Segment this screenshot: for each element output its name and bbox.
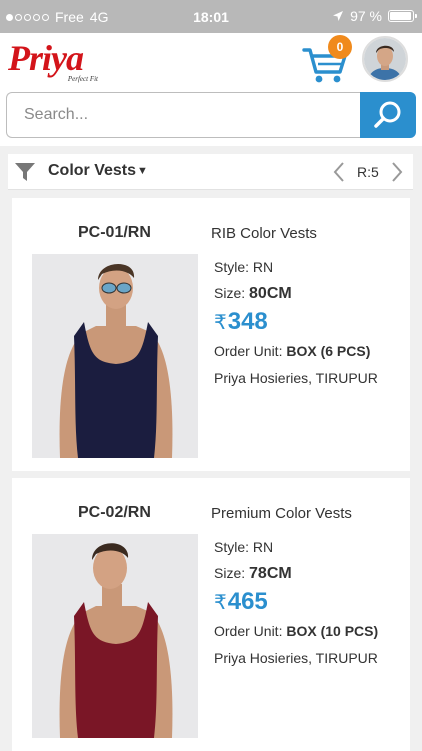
product-style: Style: RN <box>214 539 273 555</box>
product-image[interactable] <box>32 534 198 738</box>
user-avatar[interactable] <box>362 36 408 82</box>
app-header: Priya Perfect Fit 0 <box>0 33 422 89</box>
size-label: Size: <box>214 565 246 581</box>
filter-icon[interactable] <box>14 162 36 182</box>
size-label: Size: <box>214 285 246 301</box>
cart-count-badge: 0 <box>328 35 352 59</box>
style-value: RN <box>252 539 274 555</box>
cart-button[interactable]: 0 <box>302 35 352 85</box>
search-icon <box>374 101 401 128</box>
style-label: Style: <box>214 259 250 275</box>
search-bar <box>0 89 422 146</box>
order-unit-label: Order Unit: <box>214 623 283 639</box>
size-value: 80CM <box>249 285 292 302</box>
category-dropdown[interactable]: Color Vests <box>48 162 136 180</box>
currency-symbol: ₹ <box>214 592 227 614</box>
logo-tagline: Perfect Fit <box>67 75 98 83</box>
filter-bar: Color Vests ▼ R:5 <box>8 154 413 190</box>
chevron-down-icon[interactable]: ▼ <box>137 165 148 177</box>
product-card[interactable]: PC-01/RN RIB Color Vests Style: RN Size:… <box>12 198 410 471</box>
product-code: PC-02/RN <box>78 504 151 521</box>
status-bar: Free 4G 18:01 97 % <box>0 0 422 33</box>
product-style: Style: RN <box>214 259 273 275</box>
product-card[interactable]: PC-02/RN Premium Color Vests Style: RN S… <box>12 478 410 751</box>
location-arrow-icon <box>333 11 344 21</box>
order-unit: Order Unit: BOX (6 PCS) <box>214 343 370 359</box>
product-price: ₹348 <box>214 308 268 336</box>
style-value: RN <box>252 259 274 275</box>
price-value: 465 <box>227 588 268 615</box>
product-size: Size: 78CM <box>214 565 292 583</box>
price-value: 348 <box>227 308 268 335</box>
chevron-right-icon[interactable] <box>390 161 404 183</box>
seller-name: Priya Hosieries, TIRUPUR <box>214 650 378 666</box>
brand-logo[interactable]: Priya Perfect Fit <box>8 38 104 83</box>
search-button[interactable] <box>360 92 416 138</box>
style-label: Style: <box>214 539 250 555</box>
order-unit-value: BOX (10 PCS) <box>286 623 379 639</box>
product-name[interactable]: Premium Color Vests <box>211 505 352 522</box>
currency-symbol: ₹ <box>214 312 227 334</box>
size-value: 78CM <box>249 565 292 582</box>
product-price: ₹465 <box>214 588 268 616</box>
battery-icon <box>388 10 417 22</box>
order-unit-label: Order Unit: <box>214 343 283 359</box>
status-right: 97 % <box>332 8 417 24</box>
page-indicator: R:5 <box>357 164 379 180</box>
logo-wordmark: Priya <box>8 38 84 78</box>
battery-percent: 97 % <box>350 8 382 24</box>
chevron-left-icon[interactable] <box>332 161 346 183</box>
product-image[interactable] <box>32 254 198 458</box>
product-code: PC-01/RN <box>78 224 151 241</box>
order-unit-value: BOX (6 PCS) <box>286 343 371 359</box>
seller-name: Priya Hosieries, TIRUPUR <box>214 370 378 386</box>
product-name[interactable]: RIB Color Vests <box>211 225 317 242</box>
order-unit: Order Unit: BOX (10 PCS) <box>214 623 378 639</box>
product-size: Size: 80CM <box>214 285 292 303</box>
search-input[interactable] <box>6 92 362 138</box>
